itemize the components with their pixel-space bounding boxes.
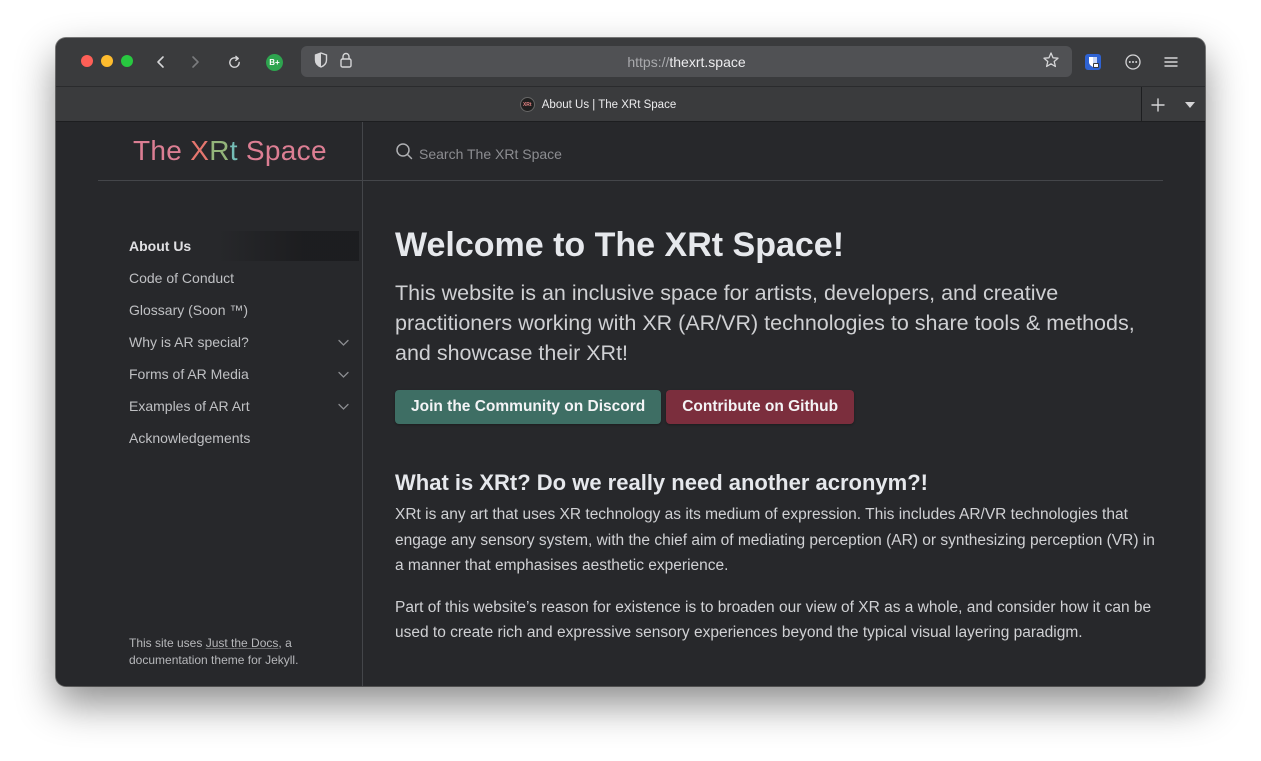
address-bar[interactable]: https://thexrt.space	[301, 46, 1072, 77]
header-divider	[98, 180, 1163, 181]
sidebar-divider	[362, 122, 363, 686]
contribute-github-button[interactable]: Contribute on Github	[666, 390, 855, 424]
url-host: thexrt.space	[669, 54, 746, 70]
body-paragraph: XRt is any art that uses XR technology a…	[395, 506, 1155, 574]
url-text: https://thexrt.space	[301, 54, 1072, 70]
sidebar-item-about-us[interactable]: About Us	[129, 230, 359, 262]
tab-title: About Us | The XRt Space	[541, 98, 677, 111]
back-icon[interactable]	[150, 51, 172, 73]
page-content: The XRt Space Search The XRt Space About…	[56, 122, 1205, 686]
chevron-down-icon[interactable]	[338, 326, 349, 358]
bitwarden-shield-icon[interactable]	[1082, 51, 1104, 73]
extension-badge-icon[interactable]: B+	[266, 54, 283, 71]
lead-paragraph: This website is an inclusive space for a…	[395, 281, 1135, 365]
sidebar-nav: About Us Code of Conduct Glossary (Soon …	[129, 230, 359, 454]
tab-strip: XRt About Us | The XRt Space	[56, 86, 1205, 122]
cta-buttons: Join the Community on Discord Contribute…	[395, 390, 1155, 424]
more-options-icon[interactable]	[1122, 51, 1144, 73]
bookmark-star-icon[interactable]	[1042, 51, 1060, 74]
body-paragraph: Part of this website’s reason for existe…	[395, 598, 1152, 642]
tab-about-us[interactable]: XRt About Us | The XRt Space	[56, 87, 1140, 122]
search-icon	[395, 142, 413, 165]
section-heading: What is XRt? Do we really need another a…	[395, 470, 928, 495]
sidebar-item-acknowledgements[interactable]: Acknowledgements	[129, 422, 359, 454]
sidebar-item-forms-of-ar-media[interactable]: Forms of AR Media	[129, 358, 359, 390]
browser-window: B+ https://thexrt.space XRt About Us | T…	[56, 38, 1205, 686]
sidebar-item-label: Glossary (Soon ™)	[129, 302, 249, 318]
sidebar-item-code-of-conduct[interactable]: Code of Conduct	[129, 262, 359, 294]
site-title-part2: Space	[237, 135, 327, 166]
zoom-window-button[interactable]	[121, 55, 133, 67]
sidebar-item-examples-of-ar-art[interactable]: Examples of AR Art	[129, 390, 359, 422]
search-placeholder: Search The XRt Space	[419, 145, 562, 162]
new-tab-icon[interactable]	[1141, 87, 1174, 122]
chevron-down-icon[interactable]	[338, 390, 349, 422]
join-discord-button[interactable]: Join the Community on Discord	[395, 390, 662, 424]
sidebar-item-label: Why is AR special?	[129, 334, 249, 350]
close-window-button[interactable]	[81, 55, 93, 67]
search-input[interactable]: Search The XRt Space	[395, 142, 562, 165]
sidebar-item-label: Forms of AR Media	[129, 366, 249, 382]
site-title-x: X	[190, 135, 210, 166]
page-title: Welcome to The XRt Space!	[395, 226, 845, 264]
sidebar-item-why-ar-special[interactable]: Why is AR special?	[129, 326, 359, 358]
footer-text: This site uses	[129, 636, 206, 650]
site-title-link[interactable]: The XRt Space	[133, 135, 327, 167]
sidebar-item-glossary[interactable]: Glossary (Soon ™)	[129, 294, 359, 326]
url-scheme: https://	[627, 54, 670, 70]
sidebar-item-label: Examples of AR Art	[129, 398, 250, 414]
sidebar-item-label: Acknowledgements	[129, 430, 251, 446]
minimize-window-button[interactable]	[101, 55, 113, 67]
main-content: Welcome to The XRt Space! This website i…	[395, 222, 1155, 646]
site-title-r: R	[209, 135, 230, 166]
reload-icon[interactable]	[223, 51, 245, 73]
site-title-part1: The	[133, 135, 191, 166]
sidebar-item-label: Code of Conduct	[129, 270, 235, 286]
tab-list-dropdown-icon[interactable]	[1176, 87, 1204, 122]
site-favicon-icon: XRt	[519, 97, 535, 112]
sidebar-footer-note: This site uses Just the Docs, a document…	[129, 635, 339, 669]
hamburger-menu-icon[interactable]	[1160, 51, 1182, 73]
site-title-t: t	[229, 135, 238, 166]
forward-icon[interactable]	[184, 51, 206, 73]
chevron-down-icon[interactable]	[338, 358, 349, 390]
sidebar-item-label: About Us	[129, 238, 192, 254]
just-the-docs-link[interactable]: Just the Docs	[206, 636, 279, 650]
browser-toolbar: B+ https://thexrt.space	[56, 38, 1205, 86]
